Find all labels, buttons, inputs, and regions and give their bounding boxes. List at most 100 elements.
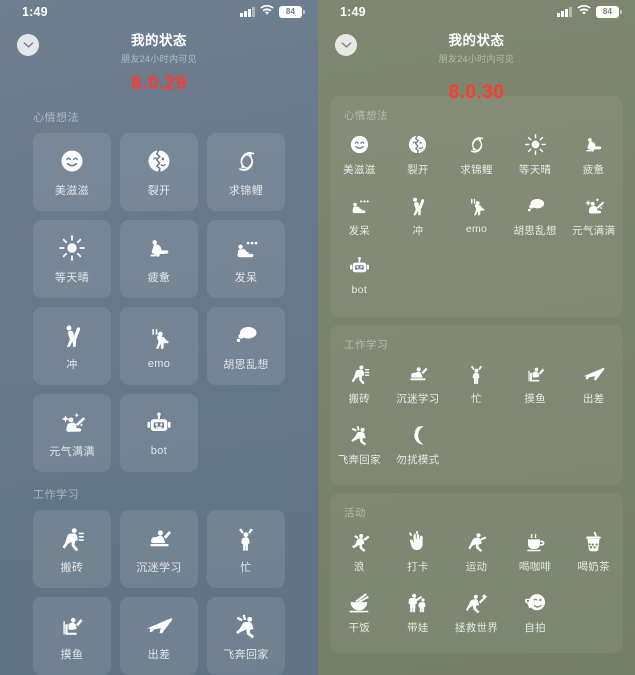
status-item[interactable]: 发呆 <box>330 192 389 244</box>
section-card-activity-right: 活动 浪 打卡 运动 喝咖啡 喝奶茶干饭 带娃 拯救世界 自拍 <box>330 493 623 653</box>
status-item[interactable]: 出差 <box>564 360 623 412</box>
status-tile[interactable]: 飞奔回家 <box>207 597 285 675</box>
status-tile[interactable]: bot <box>120 394 198 472</box>
status-tile[interactable]: 发呆 <box>207 220 285 298</box>
status-tile[interactable]: 摸鱼 <box>33 597 111 675</box>
smiling-face-icon <box>348 131 371 157</box>
status-tile[interactable]: 出差 <box>120 597 198 675</box>
parent-child-icon <box>406 589 429 615</box>
status-item[interactable]: 元气满满 <box>564 192 623 244</box>
phone-panel-right: 1:49 84 我的状态 朋友24小时内可见 8.0.30 心情想法 美滋滋 裂开… <box>318 0 635 675</box>
status-item-label: 拯救世界 <box>454 622 499 634</box>
status-tile[interactable]: 冲 <box>33 307 111 385</box>
energetic-person-icon <box>582 192 605 218</box>
status-tile[interactable]: 胡思乱想 <box>207 307 285 385</box>
status-item[interactable]: 勿扰模式 <box>389 421 448 473</box>
status-item[interactable]: 干饭 <box>330 589 389 641</box>
status-item-label: 自拍 <box>524 622 546 634</box>
close-button[interactable] <box>335 34 357 56</box>
bubble-tea-icon <box>582 528 605 554</box>
sun-icon <box>524 131 547 157</box>
status-tile-label: 沉迷学习 <box>136 562 182 574</box>
status-tile[interactable]: 元气满满 <box>33 394 111 472</box>
status-item[interactable]: 求锦鲤 <box>447 131 506 183</box>
moon-icon <box>406 421 429 447</box>
header-left: 我的状态 朋友24小时内可见 <box>0 24 318 68</box>
status-item[interactable]: 打卡 <box>389 528 448 580</box>
status-item[interactable]: 等天晴 <box>506 131 565 183</box>
sun-icon <box>58 233 86 263</box>
status-item[interactable]: 拯救世界 <box>447 589 506 641</box>
status-item[interactable]: 运动 <box>447 528 506 580</box>
status-tile-label: bot <box>150 445 168 457</box>
status-item[interactable]: 疲惫 <box>564 131 623 183</box>
page-title: 我的状态 <box>131 33 187 48</box>
status-item[interactable]: emo <box>447 192 506 244</box>
status-tile-label: 冲 <box>66 359 78 371</box>
slacking-person-icon <box>524 360 547 386</box>
status-item[interactable]: 沉迷学习 <box>389 360 448 412</box>
section-title: 活动 <box>344 507 366 519</box>
phone-panel-left: 1:49 84 我的状态 朋友24小时内可见 8.0.29 心情想法 美滋滋 裂开… <box>0 0 318 675</box>
status-item-label: 飞奔回家 <box>337 454 381 466</box>
cheering-person-icon <box>58 320 86 350</box>
cracked-face-icon <box>145 146 173 176</box>
status-tile-label: 出差 <box>147 649 171 661</box>
section-title: 心情想法 <box>33 112 79 124</box>
status-item[interactable]: 浪 <box>330 528 389 580</box>
status-tile-label: 疲惫 <box>147 272 171 284</box>
status-item[interactable]: 自拍 <box>506 589 565 641</box>
status-item[interactable]: 飞奔回家 <box>330 421 389 473</box>
status-item[interactable]: 裂开 <box>389 131 448 183</box>
robot-icon <box>145 409 173 439</box>
superhero-icon <box>465 589 488 615</box>
status-tile-label: 发呆 <box>234 272 258 284</box>
page-title: 我的状态 <box>448 33 505 48</box>
running-home-icon <box>348 421 371 447</box>
section-title: 心情想法 <box>344 110 388 122</box>
status-tile-label: 等天晴 <box>54 272 90 284</box>
status-item-label: 裂开 <box>407 164 429 176</box>
status-item[interactable]: 带娃 <box>389 589 448 641</box>
status-tile-label: 飞奔回家 <box>223 649 269 661</box>
status-item[interactable]: 搬砖 <box>330 360 389 412</box>
status-grid-mood-right: 美滋滋 裂开 求锦鲤 等天晴 疲惫发呆 冲 emo 胡思乱想 元气满满 bot <box>330 131 623 305</box>
carrying-bricks-icon <box>348 360 371 386</box>
status-tile[interactable]: emo <box>120 307 198 385</box>
status-item-label: 搬砖 <box>348 393 371 405</box>
status-item[interactable]: 喝咖啡 <box>506 528 565 580</box>
status-tile[interactable]: 沉迷学习 <box>120 510 198 588</box>
status-tile-label: 摸鱼 <box>60 649 84 661</box>
status-tile-label: emo <box>147 358 171 370</box>
status-tile[interactable]: 搬砖 <box>33 510 111 588</box>
status-item[interactable]: 美滋滋 <box>330 131 389 183</box>
status-tile[interactable]: 求锦鲤 <box>207 133 285 211</box>
status-tile[interactable]: 忙 <box>207 510 285 588</box>
status-item-label: 打卡 <box>407 561 429 573</box>
status-tile[interactable]: 疲惫 <box>120 220 198 298</box>
status-item[interactable]: 胡思乱想 <box>506 192 565 244</box>
status-tile-label: 元气满满 <box>49 446 95 458</box>
status-tile-label: 胡思乱想 <box>223 359 269 371</box>
selfie-icon <box>524 589 547 615</box>
rice-bowl-icon <box>348 589 371 615</box>
tired-person-icon <box>145 233 173 263</box>
close-button[interactable] <box>17 34 39 56</box>
status-bar-time: 1:49 <box>340 5 366 19</box>
status-tile[interactable]: 美滋滋 <box>33 133 111 211</box>
status-item[interactable]: 喝奶茶 <box>564 528 623 580</box>
status-item[interactable]: 冲 <box>389 192 448 244</box>
status-item-label: 求锦鲤 <box>460 164 493 176</box>
status-bar-left: 1:49 84 <box>0 0 318 24</box>
thought-cloud-icon <box>232 320 260 350</box>
status-item[interactable]: 摸鱼 <box>506 360 565 412</box>
status-tile-label: 裂开 <box>147 185 171 197</box>
status-tile[interactable]: 裂开 <box>120 133 198 211</box>
status-item-label: 出差 <box>582 393 605 405</box>
energetic-person-icon <box>58 407 86 437</box>
status-item[interactable]: 忙 <box>447 360 506 412</box>
status-item-label: 摸鱼 <box>524 393 546 405</box>
status-item[interactable]: bot <box>330 253 389 305</box>
status-tile-label: 美滋滋 <box>54 185 90 197</box>
status-tile[interactable]: 等天晴 <box>33 220 111 298</box>
